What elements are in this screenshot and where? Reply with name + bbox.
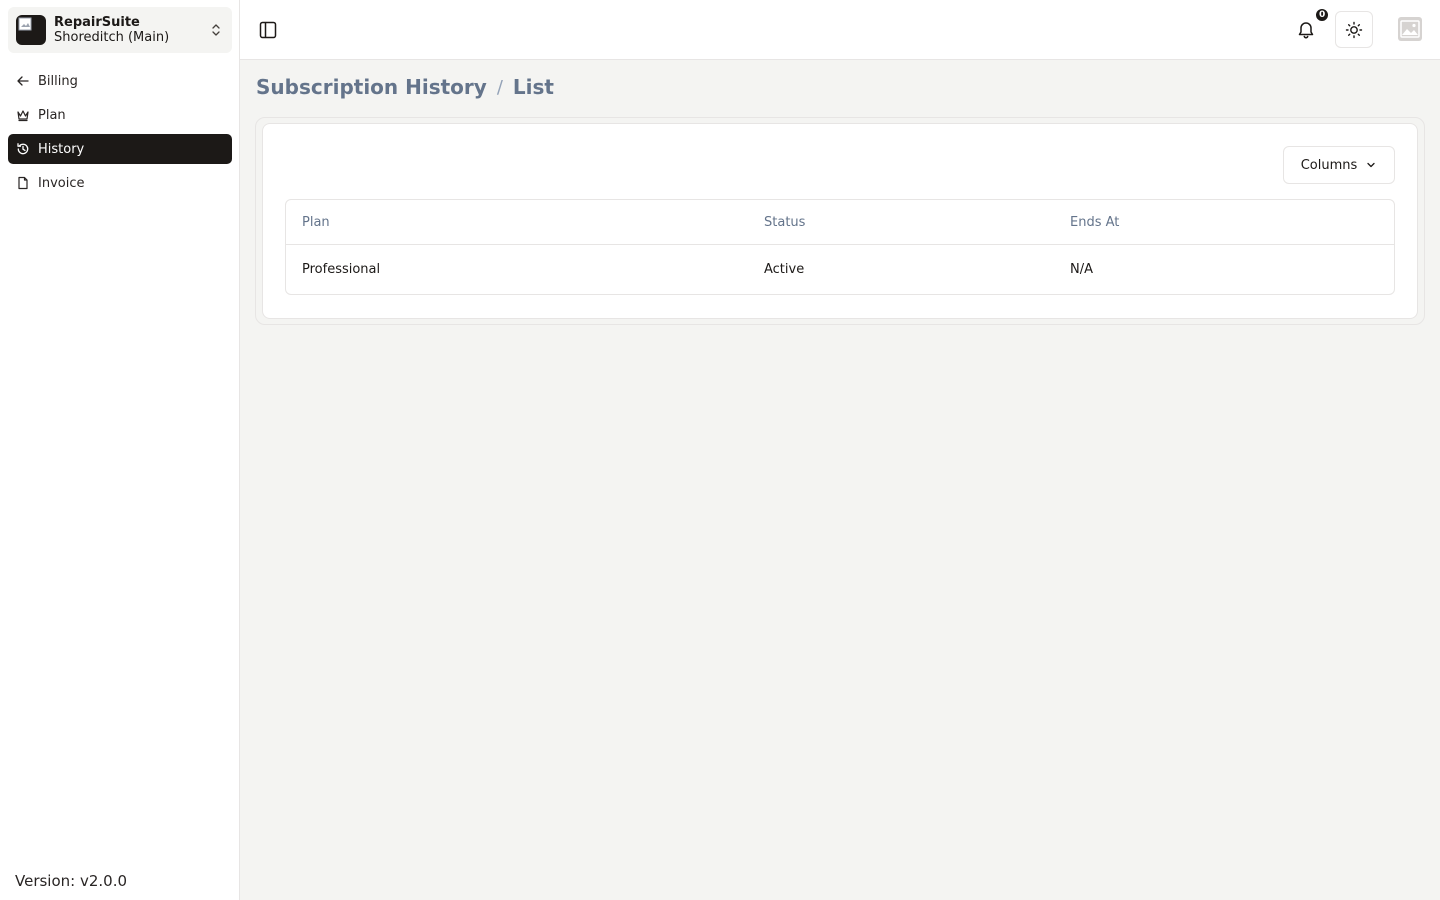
organization-switcher[interactable]: RepairSuite Shoreditch (Main)	[8, 7, 232, 53]
column-header-status[interactable]: Status	[764, 200, 805, 244]
sidebar-item-label: Invoice	[38, 175, 85, 191]
file-icon	[18, 176, 28, 190]
history-icon	[17, 143, 29, 155]
organization-info: RepairSuite Shoreditch (Main)	[54, 15, 208, 45]
breadcrumb-separator: /	[496, 76, 503, 98]
notification-count-badge: 0	[1315, 8, 1330, 22]
sidebar-item-plan[interactable]: Plan	[8, 100, 232, 130]
theme-toggle-button[interactable]	[1335, 11, 1373, 48]
sidebar-nav: Billing Plan History Invoice	[8, 66, 232, 202]
breadcrumb-title[interactable]: Subscription History	[256, 75, 487, 99]
sidebar-item-history[interactable]: History	[8, 134, 232, 164]
breadcrumb: Subscription History / List	[256, 75, 554, 99]
top-header: 0	[240, 0, 1440, 60]
sidebar-item-label: Billing	[38, 73, 78, 89]
sidebar: RepairSuite Shoreditch (Main) Billing Pl…	[0, 0, 240, 900]
organization-branch: Shoreditch (Main)	[54, 30, 170, 45]
cell-ends-at: N/A	[1070, 262, 1093, 277]
columns-button-label: Columns	[1300, 157, 1358, 173]
user-avatar[interactable]	[1397, 16, 1423, 42]
arrow-left-icon	[17, 76, 29, 86]
sidebar-item-billing[interactable]: Billing	[8, 66, 232, 96]
subscription-history-table: Plan Status Ends At Professional Active …	[285, 199, 1395, 295]
sidebar-item-label: Plan	[38, 107, 66, 123]
bell-icon	[1298, 22, 1314, 39]
notifications-button[interactable]	[1292, 16, 1320, 44]
chevrons-up-down-icon	[212, 24, 220, 36]
app-version: Version: v2.0.0	[15, 872, 128, 890]
toggle-sidebar-button[interactable]	[256, 18, 280, 42]
sidebar-item-invoice[interactable]: Invoice	[8, 168, 232, 198]
organization-name: RepairSuite	[54, 15, 140, 30]
image-placeholder-icon	[1398, 17, 1422, 41]
cell-plan: Professional	[302, 262, 381, 277]
sidebar-toggle-icon	[259, 21, 277, 39]
cell-status: Active	[764, 262, 805, 277]
breadcrumb-current: List	[512, 75, 554, 99]
table-row[interactable]: Professional Active N/A	[286, 245, 1394, 294]
column-header-plan[interactable]: Plan	[302, 200, 330, 244]
column-header-ends-at[interactable]: Ends At	[1070, 200, 1119, 244]
table-header-row: Plan Status Ends At	[286, 200, 1394, 245]
sidebar-item-label: History	[38, 141, 85, 157]
chevron-down-icon	[1367, 162, 1375, 168]
broken-image-icon	[18, 17, 32, 31]
crown-icon	[17, 110, 29, 122]
sun-icon	[1345, 21, 1363, 38]
organization-logo	[16, 15, 46, 45]
columns-button[interactable]: Columns	[1283, 146, 1395, 184]
